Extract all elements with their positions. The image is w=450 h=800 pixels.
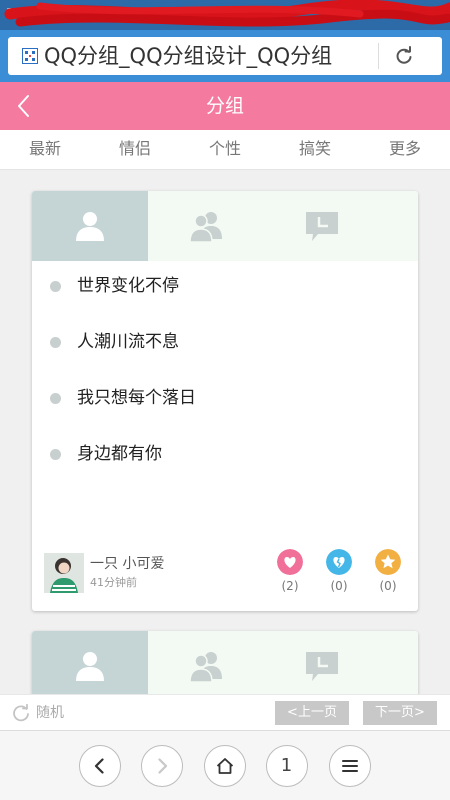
- tab-more[interactable]: 更多: [360, 130, 450, 169]
- avatar-image: [44, 553, 84, 593]
- list-item: 世界变化不停: [50, 271, 400, 301]
- browser-menu-button[interactable]: [329, 745, 371, 787]
- line-text: 人潮川流不息: [77, 332, 179, 352]
- menu-icon: [342, 760, 358, 772]
- url-divider: [378, 43, 379, 69]
- dislike-count: (0): [330, 579, 348, 593]
- chevron-left-icon: [94, 758, 104, 774]
- card-tab-single[interactable]: [32, 631, 148, 701]
- browser-home-button[interactable]: [204, 745, 246, 787]
- browser-toolbar: 1: [0, 730, 450, 800]
- next-page-button[interactable]: 下一页>: [363, 701, 437, 725]
- group-icon: [189, 212, 222, 243]
- tab-count: 1: [280, 755, 293, 776]
- bullet-dot: [50, 281, 61, 292]
- url-text[interactable]: QQ分组_QQ分组设计_QQ分组: [44, 37, 372, 75]
- tab-couple[interactable]: 情侣: [90, 130, 180, 169]
- avatar[interactable]: [44, 553, 84, 593]
- pager-bar: 随机 <上一页 下一页>: [0, 694, 450, 730]
- heart-icon: [277, 549, 303, 575]
- broken-heart-icon: [326, 549, 352, 575]
- status-bar: 20: [0, 0, 450, 30]
- reload-icon[interactable]: [394, 46, 414, 66]
- bullet-dot: [50, 393, 61, 404]
- chevron-right-icon: [158, 758, 168, 774]
- browser-back-button[interactable]: [79, 745, 121, 787]
- author-name[interactable]: 一只 小可爱: [90, 553, 164, 573]
- home-icon: [216, 758, 234, 774]
- scribble-overlay: [4, 0, 450, 27]
- card-tab-group[interactable]: [148, 191, 264, 261]
- favorite-count: (0): [379, 579, 397, 593]
- tab-funny[interactable]: 搞笑: [270, 130, 360, 169]
- group-icon: [189, 652, 222, 683]
- address-bar[interactable]: QQ分组_QQ分组设计_QQ分组: [8, 37, 442, 75]
- browser-tabs-button[interactable]: 1: [266, 745, 308, 787]
- list-item: 人潮川流不息: [50, 327, 400, 357]
- tab-personality[interactable]: 个性: [180, 130, 270, 169]
- group-card: [32, 631, 418, 701]
- dislike-button[interactable]: (0): [319, 549, 359, 599]
- line-text: 身边都有你: [77, 444, 162, 464]
- group-card: 世界变化不停 人潮川流不息 我只想每个落日 身边都有你 一只 小可爱 41分钟前: [32, 191, 418, 611]
- like-button[interactable]: (2): [270, 549, 310, 599]
- bullet-dot: [50, 337, 61, 348]
- site-favicon-icon: [22, 48, 38, 64]
- prev-page-button[interactable]: <上一页: [275, 701, 349, 725]
- refresh-icon[interactable]: [12, 704, 30, 722]
- list-item: 身边都有你: [50, 439, 400, 469]
- person-icon: [76, 652, 104, 681]
- line-text: 世界变化不停: [77, 276, 179, 296]
- random-button[interactable]: 随机: [36, 695, 64, 731]
- browser-forward-button[interactable]: [141, 745, 183, 787]
- card-tab-group[interactable]: [148, 631, 264, 701]
- post-time: 41分钟前: [90, 576, 137, 589]
- card-tab-comment[interactable]: [264, 191, 418, 261]
- card-tab-comment[interactable]: [264, 631, 418, 701]
- page-header: 分组: [0, 82, 450, 130]
- card-footer: 一只 小可爱 41分钟前 (2) (0) (0): [32, 549, 418, 599]
- card-tab-single[interactable]: [32, 191, 148, 261]
- tab-latest[interactable]: 最新: [0, 130, 90, 169]
- comment-icon: [306, 212, 338, 241]
- address-bar-area: QQ分组_QQ分组设计_QQ分组: [0, 30, 450, 82]
- card-type-tabs: [32, 631, 418, 701]
- like-count: (2): [281, 579, 299, 593]
- bullet-dot: [50, 449, 61, 460]
- favorite-button[interactable]: (0): [368, 549, 408, 599]
- card-type-tabs: [32, 191, 418, 261]
- list-item: 我只想每个落日: [50, 383, 400, 413]
- comment-icon: [306, 652, 338, 681]
- line-text: 我只想每个落日: [77, 388, 196, 408]
- page-title: 分组: [205, 95, 244, 117]
- star-icon: [375, 549, 401, 575]
- back-icon[interactable]: [14, 94, 34, 118]
- category-tabs: 最新 情侣 个性 搞笑 更多: [0, 130, 450, 170]
- person-icon: [76, 212, 104, 241]
